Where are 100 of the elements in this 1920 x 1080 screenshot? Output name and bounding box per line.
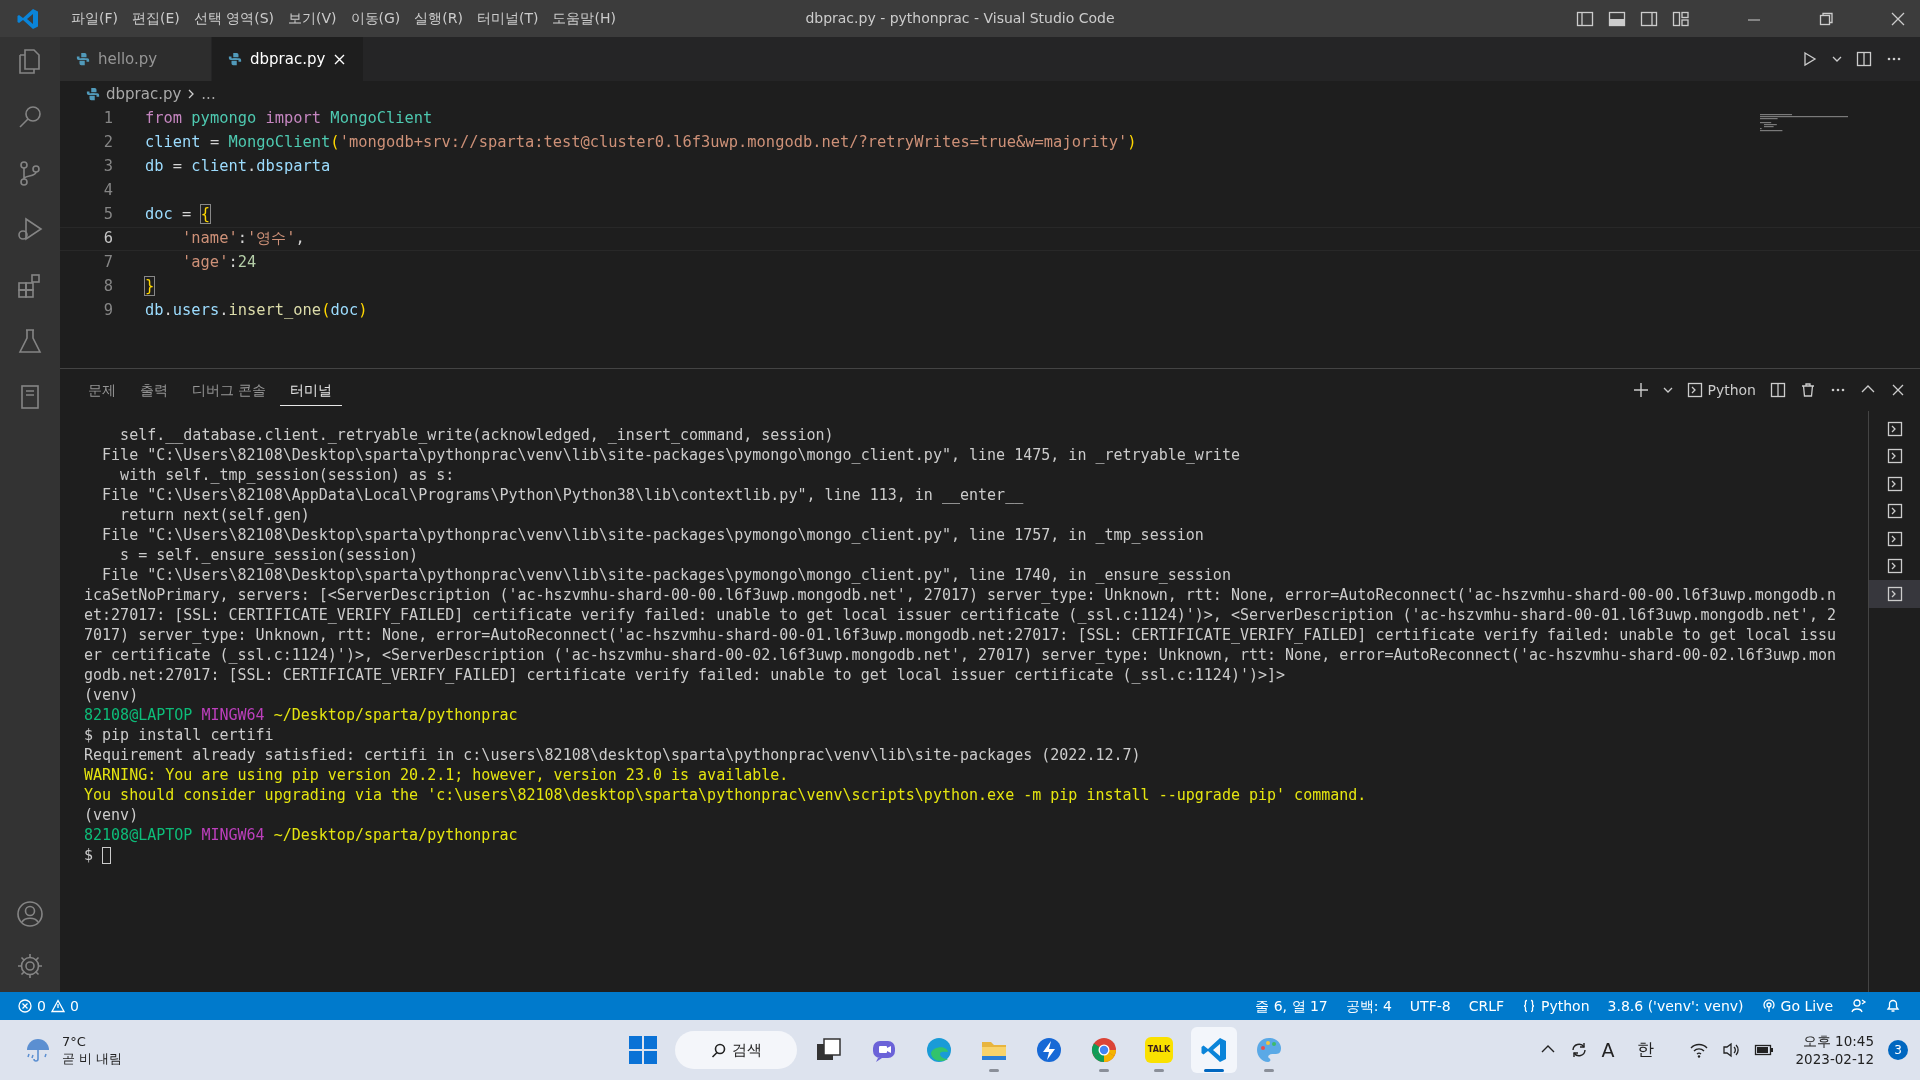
panel-tab[interactable]: 디버그 콘솔	[182, 374, 277, 406]
speaker-icon[interactable]	[1721, 1041, 1740, 1059]
talk-logo-icon: TALK	[1145, 1037, 1173, 1063]
terminal-line: WARNING: You are using pip version 20.2.1; however, version 23.0 is available.	[84, 766, 789, 784]
line-number: 7	[102, 252, 113, 274]
terminal-line: return next(self.gen)	[119, 506, 310, 524]
wifi-icon[interactable]	[1689, 1042, 1708, 1058]
chrome-icon	[1090, 1036, 1118, 1064]
code-line: 'name':'영수',	[181, 228, 305, 250]
line-number: 9	[102, 300, 113, 322]
bell-icon[interactable]	[1885, 998, 1901, 1014]
sidebar-toggle-icon[interactable]	[1576, 9, 1594, 28]
python-file-icon	[86, 87, 100, 101]
palette-icon	[1255, 1036, 1283, 1064]
terminal-line: self.__database.client._retryable_write(acknowledged, _insert_command, session)	[119, 426, 834, 444]
vscode-logo-icon	[1200, 1036, 1228, 1064]
close-icon[interactable]	[1890, 10, 1906, 27]
weather-text: 곧 비 내림	[62, 1050, 123, 1067]
close-icon[interactable]	[1890, 382, 1906, 398]
terminal-line: $ pip install certifi	[84, 726, 274, 744]
layout-icon[interactable]	[1672, 9, 1690, 28]
status-bar-item[interactable]: 3.8.6 ('venv': venv)	[1598, 995, 1753, 1017]
text-cursor	[102, 846, 112, 864]
terminal-prompt: 82108@LAPTOP MINGW64 ~/Desktop/sparta/pythonprac	[84, 705, 519, 725]
chevron-down-icon[interactable]	[1832, 55, 1842, 63]
python-file-icon	[228, 52, 242, 66]
input-mode-indicator[interactable]: A	[1601, 1035, 1615, 1065]
panel-tab[interactable]: 문제	[78, 374, 126, 406]
code-line: client = MongoClient('mongodb+srv://sparta:test@cluster0.l6f3uwp.mongodb.net/?retryWrites=true&w=majority')	[145, 132, 1137, 154]
taskbar-app[interactable]: TALK	[1136, 1027, 1182, 1073]
terminal-line: 7017) server_type: Unknown, rtt: None, error=AutoReconnect('ac-hszvmhu-shard-00-01.l6f3uwp.mongodb.net:27017: [SSL: CERTIFICATE_VERIFY_FAILED] certificate verify failed: unable to get local issu	[84, 626, 1836, 644]
status-bar-item[interactable]: UTF-8	[1400, 995, 1460, 1017]
chevron-right-icon	[187, 89, 196, 99]
restore-icon[interactable]	[1818, 10, 1834, 27]
run-debug-icon[interactable]	[16, 215, 44, 243]
panel-tab[interactable]: 터미널	[280, 374, 343, 406]
menu-item[interactable]: 실행(R)	[407, 5, 470, 32]
terminal-list-item[interactable]	[1869, 580, 1920, 608]
menu-item[interactable]: 편집(E)	[125, 5, 187, 32]
settings-icon[interactable]	[16, 952, 44, 980]
status-bar-item[interactable]: Go Live	[1752, 995, 1842, 1017]
terminal-line: (venv)	[84, 806, 139, 824]
code-line: 'age':24	[181, 252, 257, 274]
clock-time[interactable]: 오후 10:45	[1802, 1032, 1874, 1050]
feedback-icon[interactable]	[1851, 998, 1867, 1014]
braces-icon	[1522, 999, 1537, 1013]
vscode-logo-icon	[16, 6, 40, 31]
status-bar-item[interactable]: 줄 6, 열 17	[1246, 995, 1337, 1017]
notification-count[interactable]: 3	[1888, 1040, 1908, 1060]
chevron-down-icon[interactable]	[1663, 386, 1674, 394]
clock-date[interactable]: 2023-02-12	[1795, 1050, 1874, 1068]
menu-item[interactable]: 보기(V)	[281, 5, 344, 32]
status-bar-item[interactable]: CRLF	[1459, 995, 1514, 1017]
warning-icon	[50, 999, 65, 1013]
split-editor-icon[interactable]	[1856, 51, 1872, 67]
sync-icon[interactable]	[1569, 1041, 1588, 1059]
terminal-icon	[1886, 475, 1903, 492]
language-indicator[interactable]: 한	[1636, 1037, 1654, 1063]
terminal-line: File "C:\Users\82108\Desktop\sparta\pythonprac\venv\lib\site-packages\pymongo\mongo_client.py", line 1475, in _retryable_write	[101, 446, 1240, 464]
terminal-icon	[1886, 448, 1903, 465]
terminal-line: godb.net:27017: [SSL: CERTIFICATE_VERIFY_FAILED] certificate verify failed: unable to get local issuer certificate (_ssl.c:1124)')>]>	[84, 666, 1286, 684]
secondary-sidebar-icon[interactable]	[1640, 9, 1658, 28]
account-icon[interactable]	[16, 900, 44, 928]
panel-tab[interactable]: 출력	[130, 374, 178, 406]
menu-item[interactable]: 이동(G)	[343, 5, 408, 32]
status-bar-item[interactable]: 공백: 4	[1336, 995, 1401, 1017]
breadcrumb-item[interactable]: ...	[201, 82, 216, 106]
editor-tab[interactable]: hello.py	[60, 37, 212, 81]
code-line: db.users.insert_one(doc)	[145, 300, 368, 322]
split-terminal-icon[interactable]	[1770, 382, 1786, 398]
code-line: db = client.dbsparta	[145, 156, 331, 178]
terminal-line: You should consider upgrading via the 'c:\users\82108\desktop\sparta\pythonprac\venv\scripts\python.exe -m pip install --upgrade pip' command.	[84, 786, 1367, 804]
breadcrumb-item[interactable]: dbprac.py	[106, 82, 182, 106]
line-number: 8	[102, 276, 113, 298]
prompt-text: $	[84, 845, 94, 865]
line-number: 6	[102, 228, 113, 250]
window-title: dbprac.py - pythonprac - Visual Studio Code	[805, 10, 1115, 26]
menu-item[interactable]: 터미널(T)	[470, 5, 546, 32]
terminal-line: er certificate (_ssl.c:1124)')>, <ServerDescription ('ac-hszvmhu-shard-00-02.l6f3uwp.mongodb.net', 27017) server_type: Unknown, rtt: None, error=AutoReconnect('ac-hszvmhu-shard-00-02.l6f3uwp.mon	[84, 646, 1836, 664]
menu-item[interactable]: 파일(F)	[64, 5, 125, 32]
terminal-prompt: 82108@LAPTOP MINGW64 ~/Desktop/sparta/pythonprac	[84, 825, 519, 845]
menu-item[interactable]: 선택 영역(S)	[186, 5, 282, 32]
status-bar-item[interactable]: Python	[1513, 995, 1599, 1017]
editor-tab[interactable]: dbprac.py	[212, 37, 364, 81]
run-icon[interactable]	[1802, 51, 1818, 67]
plus-icon[interactable]	[1633, 382, 1650, 398]
line-number: 2	[102, 132, 113, 154]
taskbar-search[interactable]: 검색	[675, 1031, 797, 1069]
terminal-icon	[1886, 530, 1903, 547]
terminal-line: (venv)	[84, 686, 139, 704]
menu-item[interactable]: 도움말(H)	[545, 5, 623, 32]
terminal-profile-button[interactable]: Python	[1687, 379, 1756, 401]
panel-toggle-icon[interactable]	[1608, 9, 1626, 28]
problems-indicator[interactable]: 0 0	[18, 995, 88, 1017]
edge-icon	[925, 1036, 953, 1064]
terminal-line: File "C:\Users\82108\Desktop\sparta\pythonprac\venv\lib\site-packages\pymongo\mongo_client.py", line 1740, in _ensure_session	[101, 566, 1231, 584]
flask-icon[interactable]	[16, 327, 44, 355]
trash-icon[interactable]	[1800, 382, 1816, 398]
error-icon	[18, 999, 32, 1013]
terminal-line: et:27017: [SSL: CERTIFICATE_VERIFY_FAILED] certificate verify failed: unable to get local issuer certificate (_ssl.c:1124)')>, <ServerDescription ('ac-hszvmhu-shard-00-01.l6f3uwp.mongodb.net', 2	[84, 606, 1836, 624]
